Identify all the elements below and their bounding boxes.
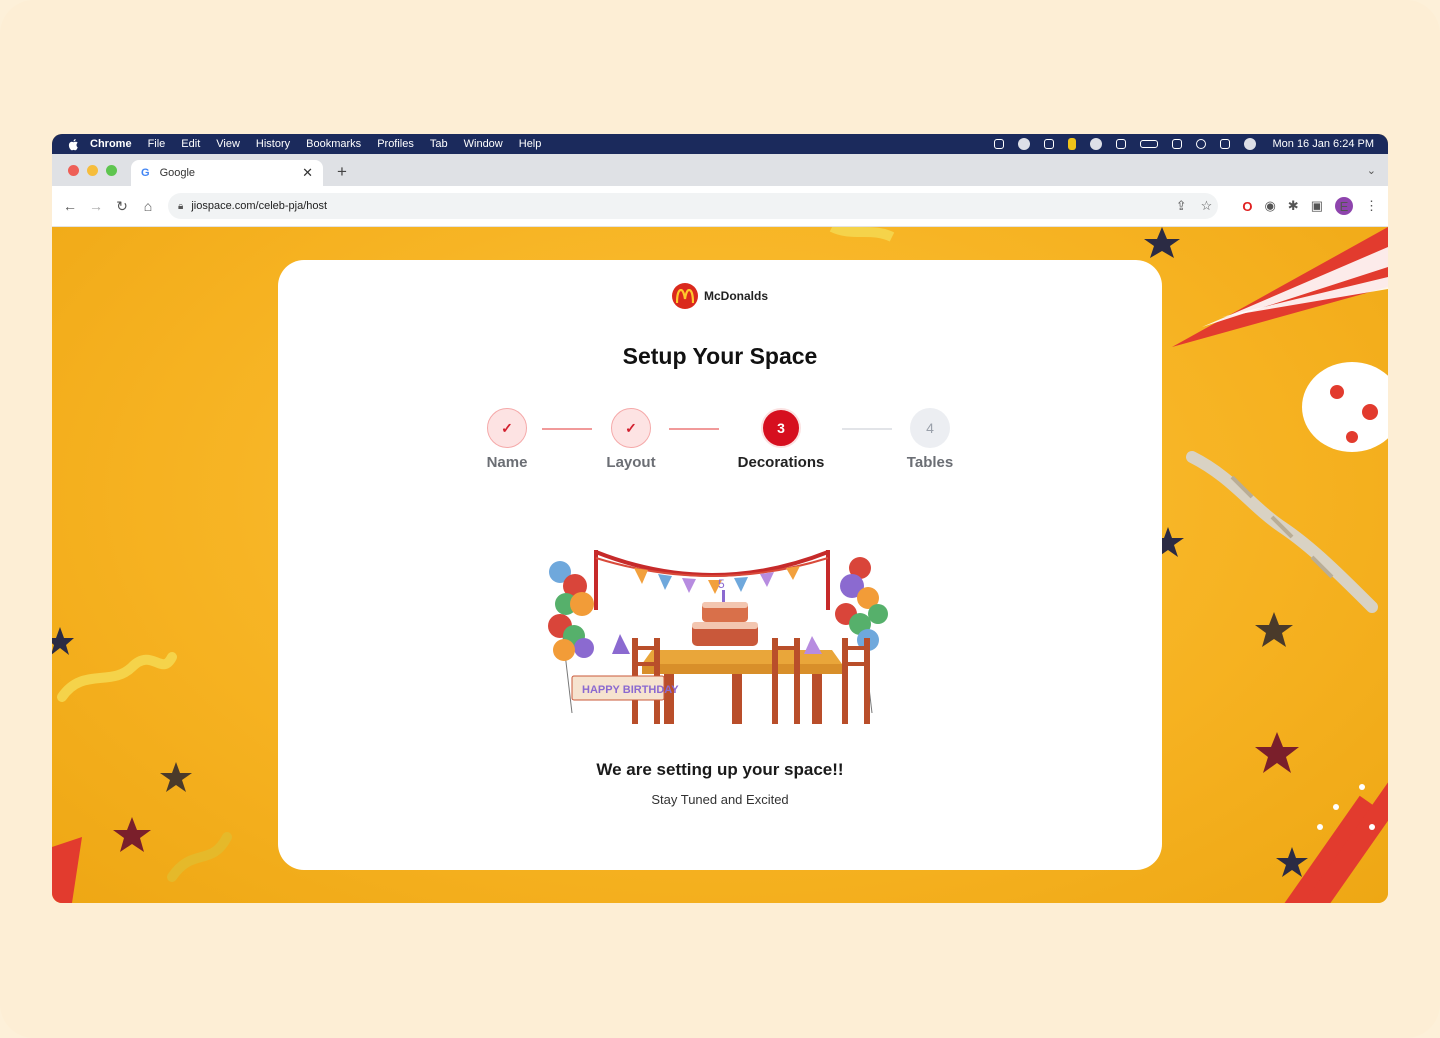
figma-status-icon[interactable]: [994, 139, 1005, 149]
reload-icon[interactable]: ↻: [114, 198, 130, 215]
page-title: Setup Your Space: [622, 343, 818, 369]
minimize-window-button[interactable]: [87, 164, 98, 176]
browser-window: Chrome File Edit View History Bookmarks …: [52, 134, 1388, 903]
setup-card: McDonalds Setup Your Space ✓ Name ✓ Layo…: [278, 260, 1162, 870]
record-status-icon[interactable]: [1018, 138, 1031, 150]
status-message: We are setting up your space!!: [596, 760, 844, 779]
menu-tab[interactable]: Tab: [430, 138, 448, 150]
url-text[interactable]: jiospace.com/celeb-pja/host: [191, 200, 327, 212]
step-label: Tables: [906, 454, 954, 471]
step-name[interactable]: ✓ Name: [447, 408, 567, 471]
check-icon: ✓: [611, 408, 651, 448]
forward-arrow-icon[interactable]: →: [88, 198, 104, 214]
menu-app-name[interactable]: Chrome: [90, 138, 132, 150]
step-number: 3: [761, 408, 801, 448]
menu-file[interactable]: File: [148, 138, 166, 150]
menu-history[interactable]: History: [256, 138, 290, 150]
mac-menubar: Chrome File Edit View History Bookmarks …: [52, 134, 1388, 154]
happy-birthday-banner-text: HAPPY BIRTHDAY: [582, 684, 679, 696]
window-controls: [68, 164, 117, 176]
menubar-clock[interactable]: Mon 16 Jan 6:24 PM: [1272, 138, 1374, 150]
cloud-status-icon[interactable]: [1090, 138, 1103, 150]
screenshot-frame: Chrome File Edit View History Bookmarks …: [0, 0, 1440, 1038]
status-submessage: Stay Tuned and Excited: [651, 792, 789, 807]
menu-profiles[interactable]: Profiles: [377, 138, 414, 150]
birthday-party-illustration: 5 HAPPY BIRTHDAY: [548, 550, 888, 724]
side-panel-icon[interactable]: ▣: [1311, 198, 1323, 214]
opera-extension-icon[interactable]: O: [1242, 199, 1252, 214]
menu-edit[interactable]: Edit: [181, 138, 200, 150]
wifi-status-icon[interactable]: [1172, 139, 1183, 149]
address-bar[interactable]: 🔒︎ jiospace.com/celeb-pja/host ⇪ ☆: [168, 193, 1219, 219]
home-icon[interactable]: ⌂: [140, 198, 156, 214]
zoom-window-button[interactable]: [106, 164, 117, 176]
brand-name: McDonalds: [703, 289, 768, 303]
golden-arches-icon: [675, 289, 694, 303]
camera-extension-icon[interactable]: ◉: [1264, 198, 1275, 214]
search-status-icon[interactable]: [1196, 139, 1207, 149]
more-menu-icon[interactable]: ⋮: [1365, 198, 1378, 214]
menubar-status-area: Mon 16 Jan 6:24 PM: [980, 138, 1388, 150]
tab-search-chevron-icon[interactable]: ⌄: [1367, 164, 1376, 177]
extensions-area: O ◉ ✱ ▣ E ⋮: [1218, 197, 1388, 215]
step-decorations[interactable]: 3 Decorations: [721, 408, 841, 471]
bluetooth-status-icon[interactable]: [1116, 139, 1127, 149]
new-tab-icon[interactable]: +: [337, 162, 347, 182]
close-window-button[interactable]: [68, 164, 79, 176]
puzzle-extensions-icon[interactable]: ✱: [1288, 198, 1299, 214]
close-tab-icon[interactable]: ✕: [302, 165, 313, 181]
profile-avatar[interactable]: E: [1335, 197, 1353, 215]
browser-tab[interactable]: G Google ✕: [131, 160, 323, 186]
menu-bookmarks[interactable]: Bookmarks: [306, 138, 361, 150]
tab-title: Google: [159, 167, 196, 179]
siri-status-icon[interactable]: [1244, 138, 1257, 150]
menu-view[interactable]: View: [216, 138, 240, 150]
browser-toolbar: ← → ↻ ⌂ 🔒︎ jiospace.com/celeb-pja/host ⇪…: [52, 186, 1388, 227]
google-favicon-icon: G: [141, 167, 150, 179]
bookmark-star-icon[interactable]: ☆: [1201, 198, 1213, 214]
lock-icon[interactable]: 🔒︎: [178, 201, 183, 212]
omnibox-actions: ⇪ ☆: [1162, 198, 1219, 214]
step-label: Layout: [606, 454, 656, 471]
share-icon[interactable]: ⇪: [1176, 198, 1187, 214]
back-arrow-icon[interactable]: ←: [62, 198, 78, 214]
check-icon: ✓: [487, 408, 527, 448]
menu-help[interactable]: Help: [519, 138, 542, 150]
battery-status-icon[interactable]: [1140, 140, 1159, 148]
candle-number: 5: [718, 577, 725, 591]
stepper: ✓ Name ✓ Layout 3 Decorations 4 Tables: [278, 408, 1162, 478]
step-number: 4: [910, 408, 950, 448]
mcdonalds-logo-icon: [671, 283, 698, 309]
step-tables[interactable]: 4 Tables: [870, 408, 990, 471]
moon-status-icon[interactable]: [1044, 139, 1055, 149]
step-layout[interactable]: ✓ Layout: [571, 408, 691, 471]
shield-status-icon[interactable]: [1068, 138, 1077, 150]
tab-strip: G Google ✕ + ⌄: [52, 154, 1388, 186]
apple-icon[interactable]: [66, 137, 80, 151]
brand-header: McDonalds: [278, 283, 1162, 309]
step-label: Name: [486, 454, 528, 471]
page-background: McDonalds Setup Your Space ✓ Name ✓ Layo…: [52, 227, 1388, 903]
step-label: Decorations: [737, 454, 825, 471]
control-center-icon[interactable]: [1220, 139, 1231, 149]
menu-window[interactable]: Window: [464, 138, 503, 150]
